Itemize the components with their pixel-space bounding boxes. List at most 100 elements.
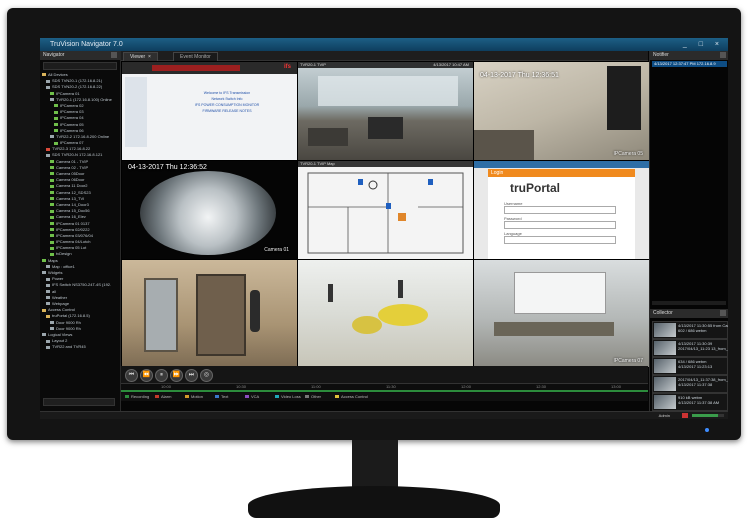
video-grid: ifs Welcome to IFS Transmission Network … <box>121 61 650 368</box>
video-tile-elevators[interactable] <box>121 259 298 368</box>
collector-item[interactable]: 634 / 686 webm 4/13/2017 11:23:13 <box>652 357 728 375</box>
tree-item-icon <box>46 302 50 306</box>
tree-item-label: Logical Views <box>48 331 73 337</box>
video-tile-floor-map[interactable]: TVR20-1 TVIP Map <box>297 160 474 260</box>
collector-item-text: 4/13/2017 11:30:55 from Came 602 / 686 we… <box>678 323 728 333</box>
notifier-menu-button[interactable] <box>720 52 726 58</box>
skip-back-button[interactable]: ⏮ <box>125 369 138 382</box>
legend-label: Text <box>221 394 229 399</box>
tile-title: TVR20-1 TVIP Map <box>300 161 335 166</box>
right-panel: Notifier 4/13/2017 12:37:47 PM 172.16.8.… <box>649 51 728 411</box>
tree-item-icon <box>46 153 50 157</box>
video-tile-office[interactable]: TVR20-1 TVIP 4/13/2017 10:47 AM <box>297 61 474 161</box>
navigator-scroll-field[interactable] <box>43 398 115 406</box>
video-tile-server-room[interactable]: 04-13-2017 Thu 12:36:51 IPCamera 05 <box>473 61 650 161</box>
viewer-tabs: Viewer × Event Monitor <box>121 51 648 61</box>
legend-label: Access Control <box>341 394 368 399</box>
alarm-icon[interactable] <box>682 413 688 418</box>
collector-item-line: 2017/04/13_11:23 13_from_Came <box>678 346 728 351</box>
window-titlebar: TruVision Navigator 7.0 _ □ × <box>40 38 728 51</box>
collector-item[interactable]: 2017/04/13_11:37:38_from_Came4/13/2017 1… <box>652 375 728 393</box>
legend-swatch <box>215 395 219 398</box>
collector-item-line: 4/13/2017 11:37:38 AM <box>678 400 720 405</box>
webpage-banner: ifs <box>122 62 297 74</box>
video-tile-fisheye[interactable]: 04-13-2017 Thu 12:36:52 Camera 01 <box>121 160 298 260</box>
tree-item-label: Power <box>52 276 64 282</box>
tree-item-label: Maps <box>48 257 58 263</box>
timeline-tick: 11:00 <box>311 384 321 389</box>
person <box>250 290 260 332</box>
tree-item-label: IPCamera 05 Lot <box>56 245 87 251</box>
tree-item-label: IPCamera 06 <box>60 127 84 133</box>
username-input[interactable] <box>504 206 616 214</box>
tab-viewer[interactable]: Viewer × <box>123 52 158 61</box>
window-title: TruVision Navigator 7.0 <box>50 41 123 48</box>
tree-item-label: tvDesign <box>56 251 72 257</box>
collector-thumbnail <box>654 377 676 391</box>
volume-slider[interactable] <box>692 414 724 417</box>
skip-forward-button[interactable]: ⏭ <box>185 369 198 382</box>
tree-item-label: IPCamera 04/Lotch <box>56 239 91 245</box>
language-select[interactable] <box>504 236 616 244</box>
collector-thumbnail <box>654 395 676 409</box>
tree-item-icon <box>50 92 54 95</box>
forward-button[interactable]: ⏩ <box>170 369 183 382</box>
legend-swatch <box>155 395 159 398</box>
tree-item-label: SDS TVN20-2 (172.16.8.22) <box>52 84 103 90</box>
switch-image <box>152 65 240 71</box>
tree-item-icon <box>50 228 54 232</box>
tree-item-icon <box>50 320 54 324</box>
legend-swatch <box>185 395 189 398</box>
collector-item[interactable]: 4/13/2017 11:30:55 from Came 602 / 686 we… <box>652 321 728 339</box>
tree-item-icon <box>46 339 50 343</box>
monitor-bezel: TruVision Navigator 7.0 _ □ × Navigator … <box>7 8 741 440</box>
collector-item[interactable]: 4/13/2017 11:30:39 2017/04/13_11:23 13_fr… <box>652 339 728 357</box>
timeline-tick: 10:00 <box>161 384 172 389</box>
login-header: Login <box>488 169 635 177</box>
video-tile-truportal[interactable]: Login truPortal Username Password Langua… <box>473 160 650 260</box>
collector-item-text: 4/13/2017 11:30:39 2017/04/13_11:23 13_fr… <box>678 341 728 351</box>
tree-item-icon <box>50 184 54 188</box>
tile-camera-name: IPCamera 07 <box>613 358 643 364</box>
legend-label: Motion <box>191 394 204 399</box>
tab-event-monitor[interactable]: Event Monitor <box>173 52 218 61</box>
video-tile-webpage[interactable]: ifs Welcome to IFS Transmission Network … <box>121 61 298 161</box>
monitor-stand-base <box>248 486 500 518</box>
record-button[interactable]: ◎ <box>200 369 213 382</box>
tree-item[interactable]: TVR22 and TVR45 <box>42 344 120 350</box>
notifier-scrollbar[interactable] <box>652 301 726 305</box>
legend-label: Video Loss <box>281 394 301 399</box>
rewind-button[interactable]: ⏪ <box>140 369 153 382</box>
pause-button[interactable]: ⏸ <box>155 369 168 382</box>
tree-item-label: Camera 02 - TVIP <box>56 164 89 170</box>
notification-row[interactable]: 4/13/2017 12:37:47 PM 172.16.8.9 <box>652 61 727 67</box>
navigator-search-input[interactable] <box>43 62 117 70</box>
collector-menu-button[interactable] <box>720 310 726 316</box>
tree-item-label: IPCamera 02/0222 <box>56 226 90 232</box>
tree-item-label: IPCamera 01 0137 <box>56 220 90 226</box>
tree-item-icon <box>46 147 50 151</box>
video-tile-lobby[interactable] <box>297 259 474 368</box>
tree-item-label: truPortal (172.16.8.5) <box>52 313 90 319</box>
tree-item-icon <box>50 203 54 207</box>
window-controls[interactable]: _ □ × <box>683 38 724 51</box>
tree-item-icon <box>54 104 58 108</box>
status-user: Admin <box>658 413 670 418</box>
tree-item-icon <box>54 116 58 120</box>
video-tile-conference[interactable]: IPCamera 07 <box>473 259 650 368</box>
password-input[interactable] <box>504 221 616 229</box>
power-led-icon <box>705 428 709 432</box>
webpage-content: Welcome to IFS Transmission Network Swit… <box>182 90 272 114</box>
tree-item-icon <box>46 85 50 89</box>
tree-item-icon <box>50 160 54 164</box>
tree-item-label: IPCamera 04 <box>60 115 84 121</box>
tree-item-label: IPCamera 07 <box>60 140 84 146</box>
tree-item-label: Camera 16_Elev <box>56 214 86 220</box>
tree-item-label: Widgets <box>48 270 63 275</box>
monitor-screen: TruVision Navigator 7.0 _ □ × Navigator … <box>40 38 728 419</box>
login-form: truPortal Username Password Language <box>488 177 635 259</box>
table <box>494 322 614 336</box>
navigator-menu-button[interactable] <box>111 52 117 58</box>
collector-item[interactable]: 910 kB webm 4/13/2017 11:37:38 AM <box>652 393 728 411</box>
tree-item-label: TVR22-3 172.16.8.22 <box>52 146 91 152</box>
